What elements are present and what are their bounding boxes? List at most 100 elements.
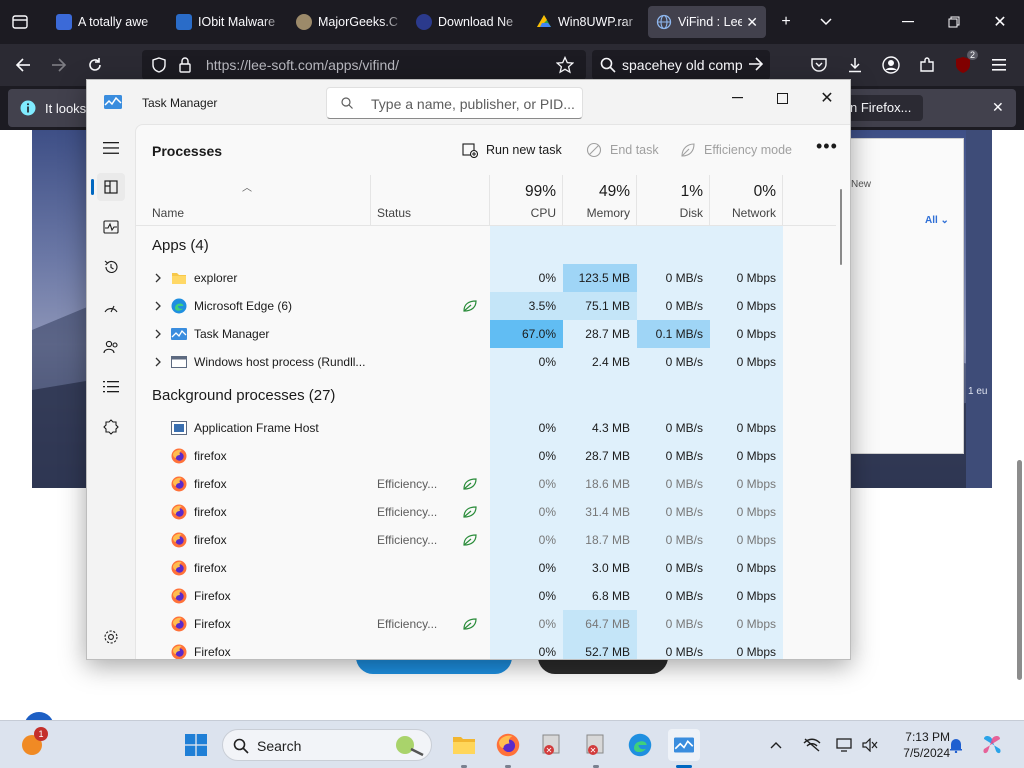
table-row[interactable]: firefox 0% 28.7 MB 0 MB/s 0 Mbps xyxy=(136,442,836,470)
efficiency-mode-button[interactable]: Efficiency mode xyxy=(680,139,792,161)
column-header-status[interactable]: Status xyxy=(371,175,490,225)
pocket-icon[interactable] xyxy=(806,52,832,78)
run-new-task-button[interactable]: Run new task xyxy=(462,139,562,161)
restore-window-icon[interactable] xyxy=(942,10,966,34)
search-placeholder: Type a name, publisher, or PID... xyxy=(371,96,575,112)
app-installer-icon[interactable]: ✕ xyxy=(580,729,612,761)
browser-tab[interactable]: Download Ne xyxy=(408,6,526,38)
more-options-icon[interactable]: ••• xyxy=(816,135,838,157)
minimize-icon[interactable] xyxy=(717,84,757,112)
table-row[interactable]: Microsoft Edge (6) 3.5% 75.1 MB 0 MB/s 0… xyxy=(136,292,836,320)
memory-value: 31.4 MB xyxy=(563,498,637,526)
url-bar[interactable]: https://lee-soft.com/apps/vifind/ xyxy=(142,50,586,80)
processes-icon[interactable] xyxy=(97,173,125,201)
close-notification-icon[interactable]: ✕ xyxy=(992,99,1004,116)
forward-arrow-icon[interactable] xyxy=(46,52,72,78)
table-row[interactable]: Task Manager 67.0% 28.7 MB 0.1 MB/s 0 Mb… xyxy=(136,320,836,348)
page-scrollbar[interactable] xyxy=(1016,130,1024,720)
table-row[interactable]: firefox Efficiency... 0% 18.7 MB 0 MB/s … xyxy=(136,526,836,554)
disk-value: 0 MB/s xyxy=(637,414,710,442)
efficiency-leaf-icon xyxy=(463,618,477,630)
browser-tab[interactable]: MajorGeeks.C xyxy=(288,6,406,38)
browser-tab-active[interactable]: ViFind : Lee ✕ xyxy=(648,6,766,38)
lock-icon[interactable] xyxy=(178,57,192,76)
weather-widget-icon[interactable]: 1 xyxy=(16,727,48,761)
app-history-icon[interactable] xyxy=(97,253,125,281)
column-header-network[interactable]: 0% Network xyxy=(710,175,783,225)
table-row[interactable]: Application Frame Host 0% 4.3 MB 0 MB/s … xyxy=(136,414,836,442)
table-row[interactable]: Firefox 0% 52.7 MB 0 MB/s 0 Mbps xyxy=(136,638,836,659)
notification-bell-icon[interactable] xyxy=(944,729,968,761)
memory-value: 28.7 MB xyxy=(563,442,637,470)
details-icon[interactable] xyxy=(97,373,125,401)
disk-total: 1% xyxy=(680,183,703,200)
column-header-name[interactable]: ︿ Name xyxy=(136,175,371,225)
firefox-view-icon[interactable] xyxy=(8,10,32,34)
search-bar[interactable]: spacehey old compu xyxy=(592,50,770,80)
hamburger-menu-icon[interactable] xyxy=(97,134,125,162)
task-manager-taskbar-icon[interactable] xyxy=(668,729,700,761)
network-value: 0 Mbps xyxy=(710,442,783,470)
display-icon[interactable] xyxy=(832,729,856,761)
column-header-cpu[interactable]: 99% CPU xyxy=(490,175,563,225)
hamburger-menu-icon[interactable] xyxy=(986,52,1012,78)
table-row[interactable]: Windows host process (Rundll... 0% 2.4 M… xyxy=(136,348,836,376)
column-header-disk[interactable]: 1% Disk xyxy=(637,175,710,225)
browser-tab[interactable]: Win8UWP.rar xyxy=(528,6,646,38)
copilot-icon[interactable] xyxy=(976,729,1008,761)
app-installer-icon[interactable]: ✕ xyxy=(536,729,568,761)
system-clock[interactable]: 7:13 PM 7/5/2024 xyxy=(888,729,950,761)
panel-all-dropdown[interactable]: All ⌄ xyxy=(925,215,949,226)
close-window-icon[interactable]: ✕ xyxy=(988,10,1012,34)
table-row[interactable]: firefox Efficiency... 0% 31.4 MB 0 MB/s … xyxy=(136,498,836,526)
new-tab-icon[interactable]: + xyxy=(774,10,798,34)
sort-ascending-chevron-icon: ︿ xyxy=(242,183,252,194)
close-icon[interactable]: ✕ xyxy=(807,84,847,112)
taskbar-search-box[interactable]: Search xyxy=(222,729,432,761)
search-query[interactable]: spacehey old compu xyxy=(622,57,742,73)
bookmark-star-icon[interactable] xyxy=(555,55,575,77)
browser-tab[interactable]: A totally awe xyxy=(48,6,166,38)
process-name: firefox xyxy=(194,533,227,547)
network-value: 0 Mbps xyxy=(710,292,783,320)
table-row[interactable]: firefox 0% 3.0 MB 0 MB/s 0 Mbps xyxy=(136,554,836,582)
settings-gear-icon[interactable] xyxy=(97,623,125,651)
file-explorer-icon[interactable] xyxy=(448,729,480,761)
grid-scrollbar[interactable] xyxy=(839,185,843,605)
url-text[interactable]: https://lee-soft.com/apps/vifind/ xyxy=(206,57,399,73)
users-icon[interactable] xyxy=(97,333,125,361)
table-row[interactable]: Firefox 0% 6.8 MB 0 MB/s 0 Mbps xyxy=(136,582,836,610)
back-arrow-icon[interactable] xyxy=(10,52,36,78)
shield-icon[interactable] xyxy=(152,57,166,76)
table-row[interactable]: explorer 0% 123.5 MB 0 MB/s 0 Mbps xyxy=(136,264,836,292)
services-icon[interactable] xyxy=(97,413,125,441)
column-header-memory[interactable]: 49% Memory xyxy=(563,175,637,225)
ublock-origin-icon[interactable]: 2 xyxy=(950,50,978,78)
table-row[interactable]: Firefox Efficiency... 0% 64.7 MB 0 MB/s … xyxy=(136,610,836,638)
grid-scrollbar-thumb[interactable] xyxy=(840,189,842,265)
table-row[interactable]: firefox Efficiency... 0% 18.6 MB 0 MB/s … xyxy=(136,470,836,498)
maximize-icon[interactable] xyxy=(762,84,802,112)
performance-icon[interactable] xyxy=(97,213,125,241)
search-go-arrow-icon[interactable] xyxy=(748,57,764,74)
minimize-window-icon[interactable] xyxy=(896,10,920,34)
show-hidden-icons-chevron-icon[interactable] xyxy=(764,729,788,761)
startup-apps-icon[interactable] xyxy=(97,293,125,321)
extensions-puzzle-icon[interactable] xyxy=(914,52,940,78)
process-search-input[interactable]: Type a name, publisher, or PID... xyxy=(326,87,583,119)
volume-muted-icon[interactable] xyxy=(858,729,882,761)
network-icon[interactable] xyxy=(798,729,826,761)
reload-icon[interactable] xyxy=(82,52,108,78)
account-icon[interactable] xyxy=(878,52,904,78)
run-new-task-label: Run new task xyxy=(486,143,562,157)
end-task-button[interactable]: End task xyxy=(586,139,659,161)
firefox-taskbar-icon[interactable] xyxy=(492,729,524,761)
firefox-icon xyxy=(171,448,187,464)
browser-tab[interactable]: IObit Malware xyxy=(168,6,286,38)
list-tabs-chevron-icon[interactable] xyxy=(814,10,838,34)
close-tab-icon[interactable]: ✕ xyxy=(746,14,758,31)
start-windows-icon[interactable] xyxy=(180,729,212,761)
page-scrollbar-thumb[interactable] xyxy=(1017,460,1022,680)
downloads-icon[interactable] xyxy=(842,52,868,78)
edge-taskbar-icon[interactable] xyxy=(624,729,656,761)
